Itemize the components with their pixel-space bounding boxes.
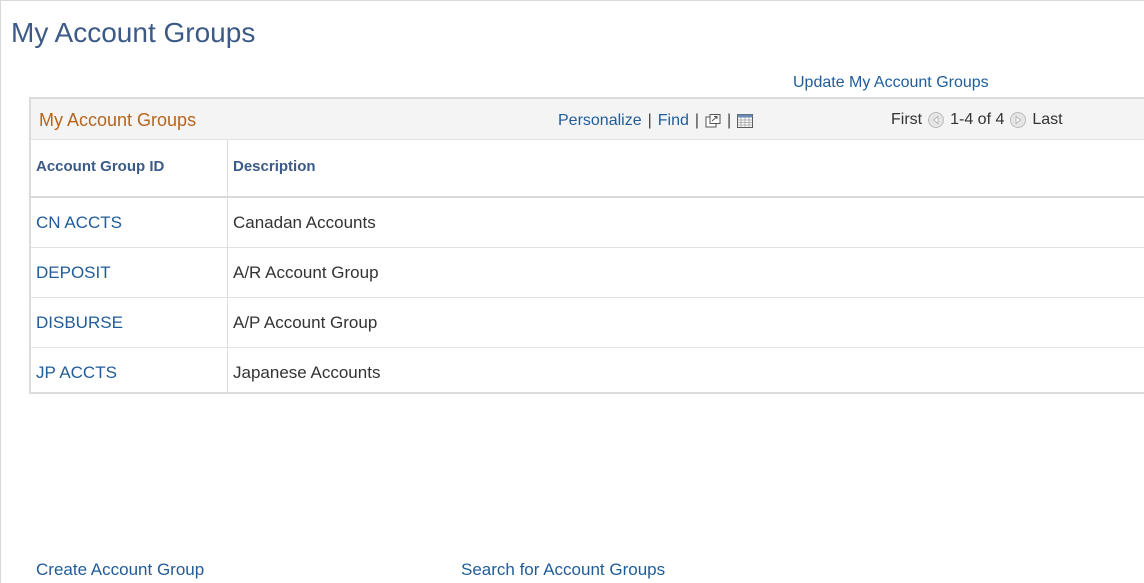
table-row: CN ACCTS Canadan Accounts — [31, 198, 1144, 248]
separator: | — [694, 112, 700, 129]
page: My Account Groups Update My Account Grou… — [0, 0, 1144, 583]
description-cell: A/P Account Group — [233, 313, 378, 332]
table-row: JP ACCTS Japanese Accounts — [31, 348, 1144, 397]
description-cell: A/R Account Group — [233, 263, 379, 282]
range-label: 1-4 of 4 — [950, 111, 1005, 128]
table-row: DEPOSIT A/R Account Group — [31, 248, 1144, 298]
separator: | — [727, 112, 732, 129]
last-label[interactable]: Last — [1032, 111, 1062, 129]
table-row: DISBURSE A/P Account Group — [31, 298, 1144, 348]
new-window-icon[interactable] — [705, 114, 721, 128]
spreadsheet-icon[interactable] — [737, 114, 754, 128]
search-account-groups-link[interactable]: Search for Account Groups — [461, 560, 665, 580]
pagination: First 1-4 of 4 Last — [891, 111, 1063, 129]
column-headers: Account Group ID Description — [31, 140, 1144, 198]
page-title: My Account Groups — [11, 17, 256, 48]
account-group-id-link[interactable]: DISBURSE — [36, 313, 123, 333]
description-cell: Canadan Accounts — [233, 213, 376, 232]
column-header-account-group-id[interactable]: Account Group ID — [36, 158, 164, 175]
grid-tools: Personalize | Find | | — [558, 112, 754, 130]
description-cell: Japanese Accounts — [233, 363, 381, 382]
grid-title: My Account Groups — [39, 110, 197, 130]
right-arrow-circle-icon[interactable] — [1010, 112, 1027, 128]
create-account-group-link[interactable]: Create Account Group — [36, 560, 204, 580]
update-account-groups-link[interactable]: Update My Account Groups — [793, 74, 989, 92]
account-group-id-link[interactable]: CN ACCTS — [36, 213, 122, 233]
personalize-link[interactable]: Personalize — [558, 112, 642, 130]
account-group-id-link[interactable]: DEPOSIT — [36, 263, 111, 283]
first-label[interactable]: First — [891, 111, 922, 129]
account-group-id-link[interactable]: JP ACCTS — [36, 363, 117, 383]
column-header-description[interactable]: Description — [233, 158, 316, 175]
find-link[interactable]: Find — [658, 112, 689, 130]
account-groups-grid: My Account Groups Personalize | Find | | — [29, 97, 1144, 394]
separator: | — [647, 112, 652, 129]
grid-header: My Account Groups Personalize | Find | | — [31, 99, 1144, 140]
left-arrow-circle-icon[interactable] — [928, 112, 945, 128]
